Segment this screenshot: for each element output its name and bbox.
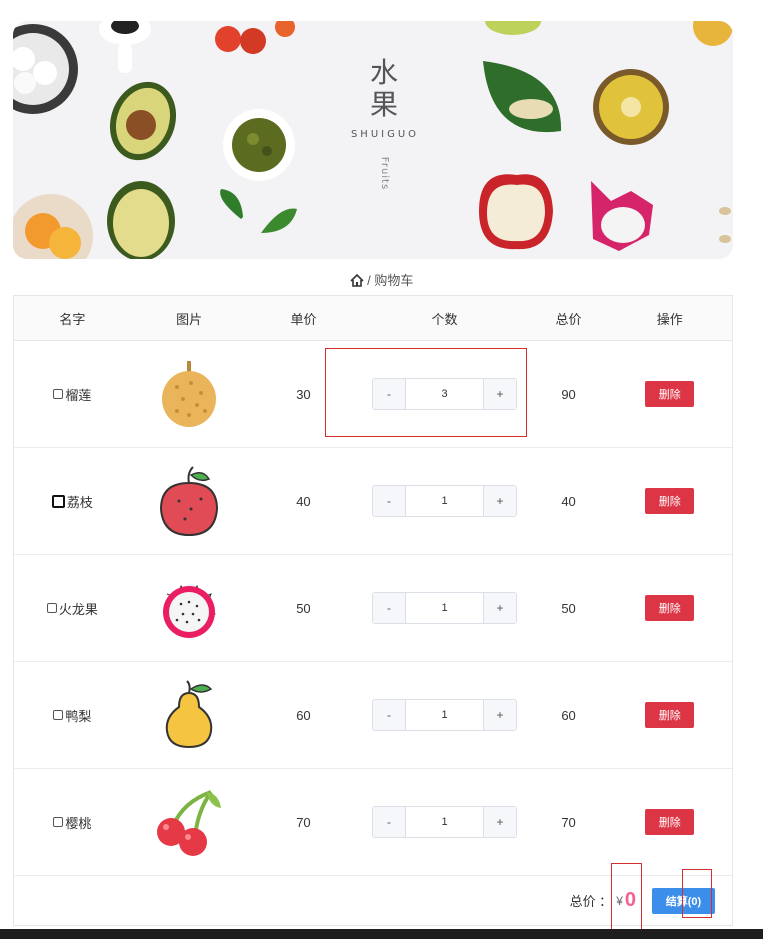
quantity-stepper: - 1 + bbox=[372, 806, 518, 838]
cart-footer: 总价 ： ¥ 0 结算(0) bbox=[14, 876, 732, 925]
item-price: 30 bbox=[296, 386, 311, 402]
checkout-button[interactable]: 结算(0) bbox=[652, 887, 715, 914]
cart-table: 名字 图片 单价 个数 总价 操作 榴莲 30 - 3 + 90 删除 荔枝 4… bbox=[13, 295, 733, 926]
cherry-icon bbox=[131, 786, 248, 858]
delete-button[interactable]: 删除 bbox=[645, 702, 695, 728]
delete-button[interactable]: 删除 bbox=[645, 381, 695, 407]
quantity-input[interactable]: 3 bbox=[406, 379, 484, 409]
banner-title-vertical: Fruits bbox=[379, 156, 391, 191]
item-name: 樱桃 bbox=[65, 815, 92, 831]
breadcrumb: / 购物车 bbox=[0, 270, 763, 290]
home-icon[interactable] bbox=[349, 273, 364, 290]
header-total: 总价 bbox=[555, 311, 582, 327]
row-checkbox[interactable] bbox=[51, 494, 65, 508]
row-checkbox[interactable] bbox=[53, 389, 64, 399]
item-name: 火龙果 bbox=[58, 601, 98, 617]
delete-button[interactable]: 删除 bbox=[645, 488, 695, 514]
item-price: 50 bbox=[296, 600, 311, 616]
header-quantity: 个数 bbox=[431, 311, 458, 327]
table-row: 樱桃 70 - 1 + 70 删除 bbox=[14, 769, 732, 876]
item-total: 50 bbox=[561, 600, 576, 616]
increase-button[interactable]: + bbox=[483, 593, 517, 623]
total-value: 0 bbox=[624, 889, 636, 911]
quantity-input[interactable]: 1 bbox=[406, 700, 484, 730]
item-total: 70 bbox=[561, 814, 576, 830]
quantity-input[interactable]: 1 bbox=[406, 593, 484, 623]
bottom-bar bbox=[0, 929, 763, 939]
header-operation: 操作 bbox=[656, 311, 683, 327]
increase-button[interactable]: + bbox=[483, 379, 517, 409]
quantity-stepper: - 3 + bbox=[372, 378, 518, 410]
total-label: 总价 ： bbox=[569, 894, 613, 909]
increase-button[interactable]: + bbox=[483, 807, 517, 837]
decrease-button[interactable]: - bbox=[373, 807, 407, 837]
table-row: 鸭梨 60 - 1 + 60 删除 bbox=[14, 662, 732, 769]
fruit-banner: 水 果 SHUIGUO Fruits bbox=[13, 21, 733, 259]
decrease-button[interactable]: - bbox=[373, 593, 407, 623]
item-total: 60 bbox=[561, 707, 576, 723]
banner-title-zh-2: 果 bbox=[369, 88, 400, 121]
row-checkbox[interactable] bbox=[53, 710, 64, 720]
item-price: 40 bbox=[296, 493, 311, 509]
header-name: 名字 bbox=[59, 311, 86, 327]
pear-icon bbox=[131, 679, 248, 751]
item-total: 90 bbox=[561, 386, 576, 402]
item-price: 70 bbox=[296, 814, 311, 830]
quantity-stepper: - 1 + bbox=[372, 699, 518, 731]
banner-title-zh-1: 水 bbox=[369, 56, 400, 89]
item-total: 40 bbox=[561, 493, 576, 509]
item-price: 60 bbox=[296, 707, 311, 723]
table-row: 火龙果 50 - 1 + 50 删除 bbox=[14, 555, 732, 662]
banner-title: 水 果 SHUIGUO Fruits bbox=[346, 56, 424, 191]
durian-icon bbox=[131, 359, 248, 429]
increase-button[interactable]: + bbox=[483, 700, 517, 730]
lychee-icon bbox=[131, 465, 248, 537]
delete-button[interactable]: 删除 bbox=[645, 809, 695, 835]
quantity-stepper: - 1 + bbox=[372, 592, 518, 624]
table-row: 荔枝 40 - 1 + 40 删除 bbox=[14, 448, 732, 555]
item-name: 榴莲 bbox=[65, 387, 92, 403]
decrease-button[interactable]: - bbox=[373, 379, 407, 409]
quantity-stepper: - 1 + bbox=[372, 485, 518, 517]
decrease-button[interactable]: - bbox=[373, 700, 407, 730]
breadcrumb-separator: / bbox=[367, 273, 371, 288]
header-image: 图片 bbox=[176, 311, 203, 327]
row-checkbox[interactable] bbox=[46, 603, 57, 613]
quantity-input[interactable]: 1 bbox=[406, 807, 484, 837]
table-header: 名字 图片 单价 个数 总价 操作 bbox=[14, 296, 732, 341]
header-price: 单价 bbox=[290, 311, 317, 327]
row-checkbox[interactable] bbox=[53, 817, 64, 827]
item-name: 鸭梨 bbox=[65, 708, 92, 724]
delete-button[interactable]: 删除 bbox=[645, 595, 695, 621]
breadcrumb-current: 购物车 bbox=[374, 273, 414, 288]
decrease-button[interactable]: - bbox=[373, 486, 407, 516]
item-name: 荔枝 bbox=[66, 494, 93, 510]
dragonfruit-icon bbox=[131, 572, 248, 644]
quantity-input[interactable]: 1 bbox=[406, 486, 484, 516]
increase-button[interactable]: + bbox=[483, 486, 517, 516]
currency-symbol: ¥ bbox=[616, 893, 623, 908]
table-row: 榴莲 30 - 3 + 90 删除 bbox=[14, 341, 732, 448]
banner-title-en: SHUIGUO bbox=[350, 129, 420, 140]
